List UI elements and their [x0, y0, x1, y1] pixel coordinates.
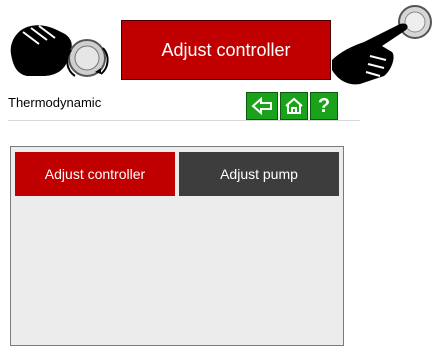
- tab-label: Adjust pump: [220, 166, 298, 182]
- home-icon: [285, 97, 303, 114]
- page-title: Thermodynamic: [8, 95, 102, 110]
- help-button[interactable]: ?: [310, 92, 338, 120]
- tab-adjust-pump[interactable]: Adjust pump: [179, 152, 339, 196]
- tab-adjust-controller[interactable]: Adjust controller: [15, 152, 175, 196]
- back-button[interactable]: [246, 92, 278, 120]
- help-icon: ?: [317, 94, 331, 117]
- tab-label: Adjust controller: [44, 166, 146, 182]
- hand-press-icon: [332, 5, 432, 85]
- hand-rotate-knob-icon: [10, 25, 109, 77]
- banner-button-label: Adjust controller: [161, 39, 291, 60]
- back-arrow-icon: [251, 97, 272, 115]
- adjust-controller-banner-button[interactable]: Adjust controller: [121, 20, 331, 80]
- home-button[interactable]: [280, 92, 308, 120]
